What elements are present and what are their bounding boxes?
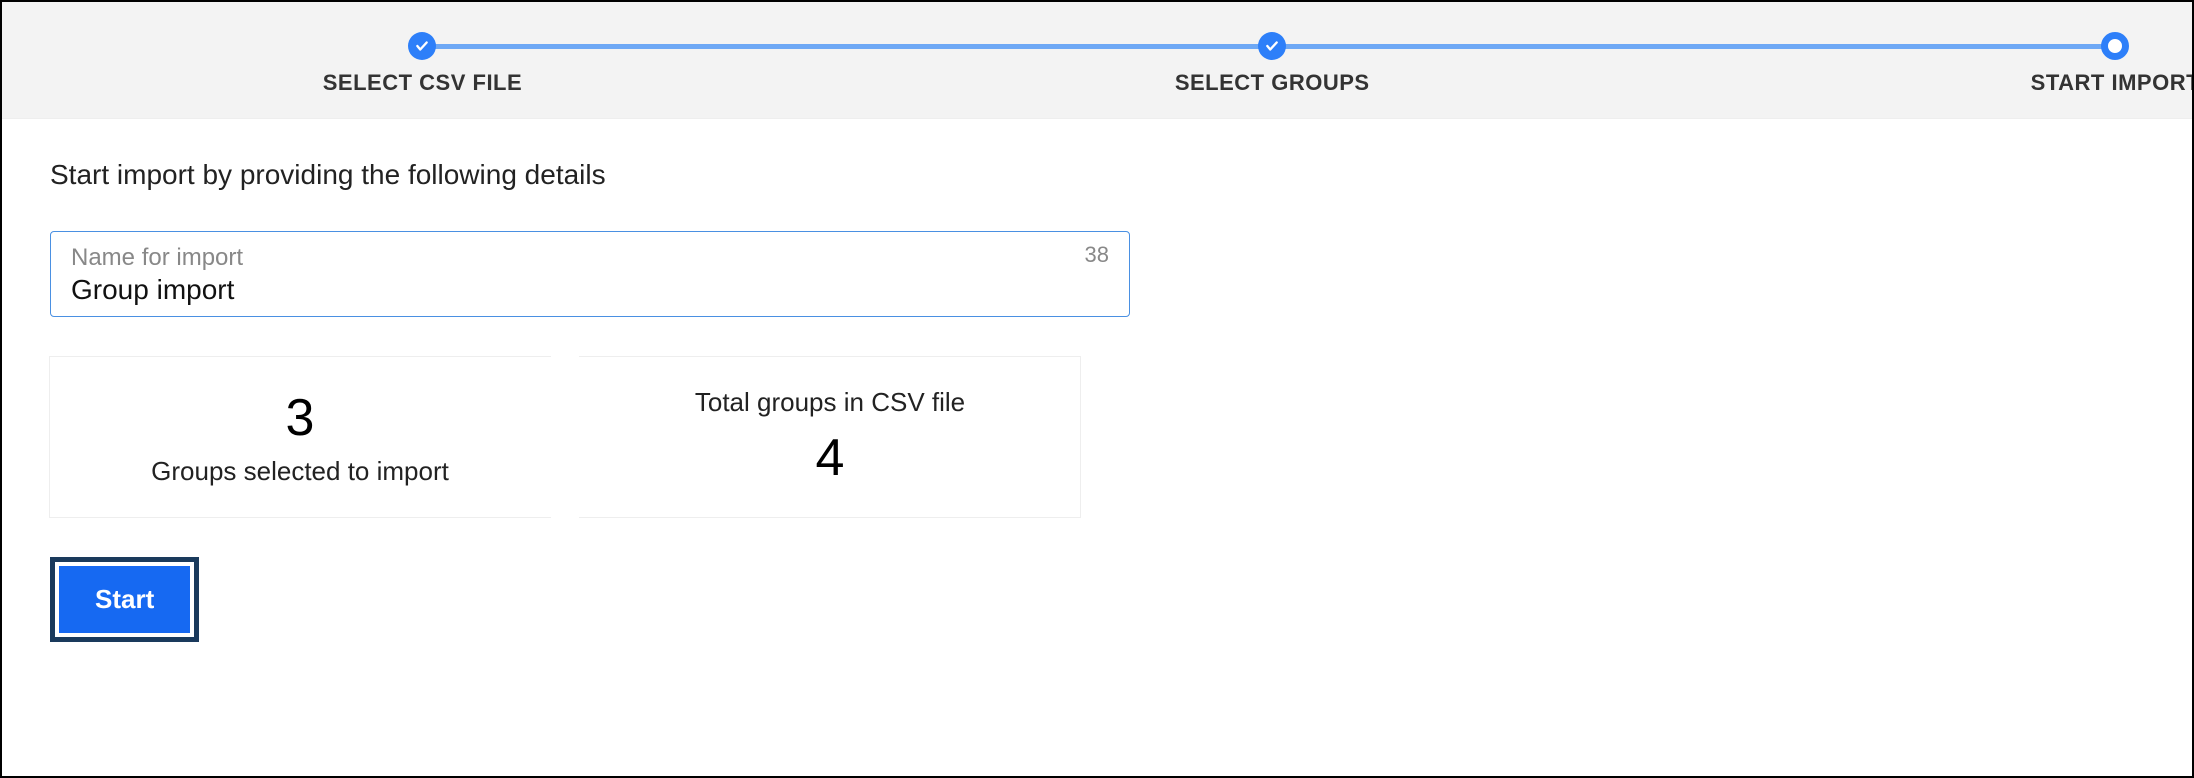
- intro-text: Start import by providing the following …: [50, 159, 2144, 191]
- import-wizard-page: SELECT CSV FILE SELECT GROUPS START IMPO…: [0, 0, 2194, 778]
- check-icon: [415, 39, 429, 53]
- step-label-select-groups: SELECT GROUPS: [1175, 70, 1370, 96]
- import-name-field-wrap[interactable]: Name for import 38: [50, 231, 1130, 317]
- card-groups-selected-value: 3: [286, 388, 315, 448]
- step-node-select-groups[interactable]: [1258, 32, 1286, 60]
- card-groups-total-label: Total groups in CSV file: [695, 387, 965, 418]
- content-area: Start import by providing the following …: [2, 119, 2192, 682]
- step-node-start-import[interactable]: [2101, 32, 2129, 60]
- check-icon: [1265, 39, 1279, 53]
- start-button-highlight: Start: [50, 557, 199, 642]
- stepper-track: [2, 32, 2192, 62]
- card-groups-total: Total groups in CSV file 4: [580, 357, 1080, 517]
- step-node-select-csv[interactable]: [408, 32, 436, 60]
- card-groups-selected: 3 Groups selected to import: [50, 357, 550, 517]
- summary-cards: 3 Groups selected to import Total groups…: [50, 357, 2144, 517]
- import-name-label: Name for import: [71, 244, 1109, 272]
- card-groups-selected-label: Groups selected to import: [151, 456, 449, 487]
- stepper-labels: SELECT CSV FILE SELECT GROUPS START IMPO…: [2, 70, 2192, 98]
- step-label-select-csv: SELECT CSV FILE: [323, 70, 522, 96]
- card-groups-total-value: 4: [816, 428, 845, 488]
- stepper-header: SELECT CSV FILE SELECT GROUPS START IMPO…: [2, 2, 2192, 119]
- start-button[interactable]: Start: [59, 566, 190, 633]
- import-name-charcount: 38: [1085, 242, 1109, 268]
- step-label-start-import: START IMPORT: [2031, 70, 2194, 96]
- import-name-input[interactable]: [71, 272, 1005, 306]
